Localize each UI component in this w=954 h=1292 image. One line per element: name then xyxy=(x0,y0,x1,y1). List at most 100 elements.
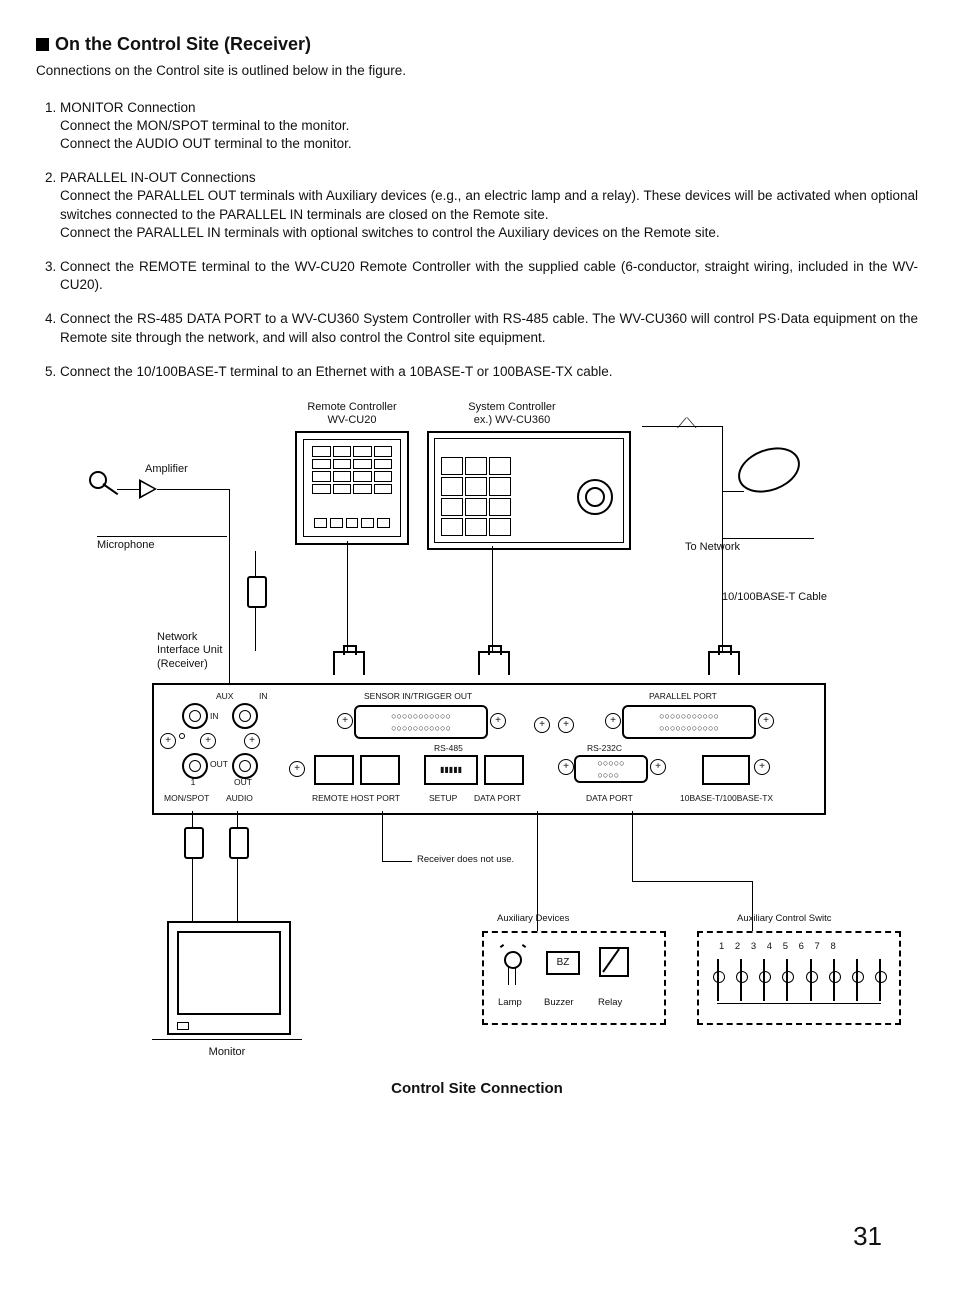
rj45-icon xyxy=(708,651,740,675)
step-2-line-2: Connect the PARALLEL IN terminals with o… xyxy=(60,225,720,240)
screw-icon: + xyxy=(650,759,666,775)
step-1-head: MONITOR Connection xyxy=(60,99,918,117)
out-label: OUT xyxy=(210,759,228,769)
rj-port-icon xyxy=(360,755,400,785)
monspot-label: MON/SPOT xyxy=(164,793,209,803)
step-3: Connect the REMOTE terminal to the WV-CU… xyxy=(60,258,918,294)
audio-label: AUDIO xyxy=(226,793,253,803)
remote-controller-label: Remote Controller WV-CU20 xyxy=(287,401,417,427)
rs485-label: RS-485 xyxy=(434,743,463,753)
step-5: Connect the 10/100BASE-T terminal to an … xyxy=(60,363,918,381)
dataport2-label: DATA PORT xyxy=(586,793,633,803)
sensor-trigger-label: SENSOR IN/TRIGGER OUT xyxy=(364,691,472,701)
bnc-icon xyxy=(182,703,208,729)
sc-model: ex.) WV-CU360 xyxy=(474,414,550,426)
step-1-line-2: Connect the AUDIO OUT terminal to the mo… xyxy=(60,136,352,151)
rj45-icon xyxy=(333,651,365,675)
diagram-caption: Control Site Connection xyxy=(37,1079,917,1099)
receiver-note: Receiver does not use. xyxy=(417,854,514,865)
amplifier-icon xyxy=(139,479,157,499)
step-2: PARALLEL IN-OUT Connections Connect the … xyxy=(60,169,918,242)
to-network-label: To Network xyxy=(685,541,740,554)
step-3-line-1: Connect the REMOTE terminal to the WV-CU… xyxy=(60,259,918,292)
tbase-label: 10BASE-T/100BASE-TX xyxy=(680,793,773,803)
screw-icon: + xyxy=(605,713,621,729)
bnc-icon xyxy=(232,753,258,779)
system-controller-label: System Controller ex.) WV-CU360 xyxy=(437,401,587,427)
rs232c-label: RS-232C xyxy=(587,743,622,753)
connector-icon xyxy=(184,827,204,859)
db-connector-icon: ○○○○○○○○○○○○○○○○○○○○○○ xyxy=(354,705,488,739)
bnc-icon xyxy=(232,703,258,729)
in-label: IN xyxy=(259,691,268,701)
niu-3: (Receiver) xyxy=(157,658,208,670)
niu-1: Network xyxy=(157,631,197,643)
relay-label: Relay xyxy=(598,997,622,1008)
buzzer-icon: BZ xyxy=(546,951,580,975)
screw-icon: + xyxy=(558,717,574,733)
intro-text: Connections on the Control site is outli… xyxy=(36,62,918,80)
niu-2: Interface Unit xyxy=(157,644,222,656)
step-5-line-1: Connect the 10/100BASE-T terminal to an … xyxy=(60,364,613,379)
step-2-line-1: Connect the PARALLEL OUT terminals with … xyxy=(60,188,918,221)
lamp-label: Lamp xyxy=(498,997,522,1008)
microphone-label: Microphone xyxy=(97,539,154,552)
step-4-line-1: Connect the RS-485 DATA PORT to a WV-CU3… xyxy=(60,311,918,344)
rc-title: Remote Controller xyxy=(307,401,396,413)
buzzer-label: Buzzer xyxy=(544,997,574,1008)
dip-switch-icon: ▮▮▮▮▮ xyxy=(424,755,478,785)
in2-label: IN xyxy=(210,711,219,721)
db-connector-icon: ○○○○○○○○○○○○○○○○○○○○○○ xyxy=(622,705,756,739)
square-bullet-icon xyxy=(36,38,49,51)
screw-icon: + xyxy=(289,761,305,777)
aux-devices-box: BZ Lamp Buzzer Relay xyxy=(482,931,666,1025)
connector-icon xyxy=(229,827,249,859)
screw-icon: + xyxy=(200,733,216,749)
screw-icon: + xyxy=(534,717,550,733)
aux-switches-box: 1 2 3 4 5 6 7 8 xyxy=(697,931,901,1025)
monitor-icon xyxy=(167,921,291,1035)
step-1: MONITOR Connection Connect the MON/SPOT … xyxy=(60,99,918,154)
rc-model: WV-CU20 xyxy=(328,414,377,426)
lamp-icon xyxy=(504,951,522,969)
step-2-head: PARALLEL IN-OUT Connections xyxy=(60,169,918,187)
parallel-port-label: PARALLEL PORT xyxy=(649,691,717,701)
microphone-icon xyxy=(89,471,107,489)
step-1-line-1: Connect the MON/SPOT terminal to the mon… xyxy=(60,118,349,133)
screw-icon: + xyxy=(558,759,574,775)
connector-icon xyxy=(247,576,267,608)
step-4: Connect the RS-485 DATA PORT to a WV-CU3… xyxy=(60,310,918,346)
title-text: On the Control Site (Receiver) xyxy=(55,34,311,54)
section-title: On the Control Site (Receiver) xyxy=(36,32,918,56)
aux-switches-label: Auxiliary Control Switc xyxy=(737,913,832,924)
receiver-unit: AUX IN IN + + + OUT 1 OUT MON/SPOT AUDIO… xyxy=(152,683,826,815)
screw-icon: + xyxy=(490,713,506,729)
page-number: 31 xyxy=(853,1219,882,1254)
relay-icon xyxy=(599,947,629,977)
sc-title: System Controller xyxy=(468,401,555,413)
rj-port-icon xyxy=(484,755,524,785)
amplifier-label: Amplifier xyxy=(145,463,188,476)
monitor-label: Monitor xyxy=(187,1046,267,1059)
screw-icon: + xyxy=(160,733,176,749)
cable-label: 10/100BASE-T Cable xyxy=(722,591,827,604)
remote-controller-icon xyxy=(295,431,409,545)
system-controller-icon xyxy=(427,431,631,550)
screw-icon: + xyxy=(337,713,353,729)
dataport1-label: DATA PORT xyxy=(474,793,521,803)
instruction-list: MONITOR Connection Connect the MON/SPOT … xyxy=(36,99,918,382)
one-label: 1 xyxy=(182,777,204,787)
connection-diagram: Remote Controller WV-CU20 System Control… xyxy=(37,401,917,1101)
out2-label: OUT xyxy=(234,777,252,787)
remote-host-port-label: REMOTE HOST PORT xyxy=(312,793,400,803)
screw-icon: + xyxy=(754,759,770,775)
aux-label: AUX xyxy=(216,691,233,701)
setup-label: SETUP xyxy=(429,793,457,803)
rj45-icon xyxy=(478,651,510,675)
bnc-icon xyxy=(182,753,208,779)
screw-icon: + xyxy=(758,713,774,729)
db9-icon: ○○○○○○○○○ xyxy=(574,755,648,783)
niu-label: Network Interface Unit (Receiver) xyxy=(157,631,222,671)
screw-icon: + xyxy=(244,733,260,749)
rj-port-icon xyxy=(314,755,354,785)
